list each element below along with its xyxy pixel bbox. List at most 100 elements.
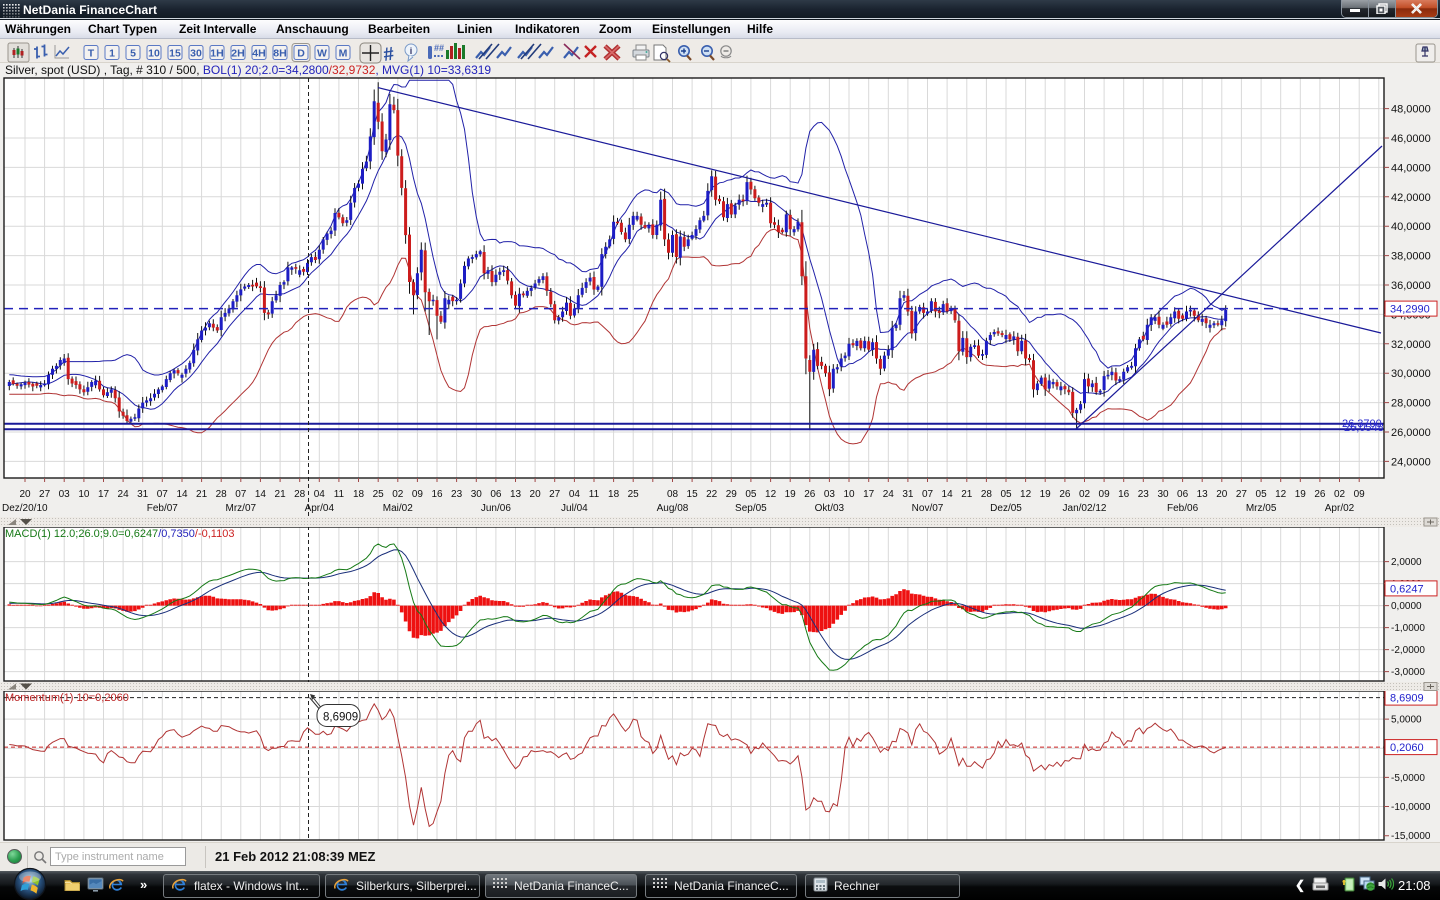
svg-text:Mrz/05: Mrz/05: [1246, 503, 1277, 514]
svg-text:2,0000: 2,0000: [1391, 557, 1422, 568]
svg-text:T: T: [88, 48, 95, 60]
svg-text:Dez/05: Dez/05: [990, 503, 1022, 514]
svg-text:15: 15: [687, 489, 699, 500]
svg-text:05: 05: [1000, 489, 1012, 500]
svg-text:14: 14: [255, 489, 267, 500]
svg-text:12: 12: [1020, 489, 1032, 500]
svg-text:20: 20: [530, 489, 542, 500]
svg-text:18: 18: [353, 489, 365, 500]
svg-text:04: 04: [569, 489, 581, 500]
svg-text:17: 17: [98, 489, 110, 500]
svg-text:26: 26: [1314, 489, 1326, 500]
svg-text:Jul/04: Jul/04: [561, 503, 588, 514]
svg-text:W: W: [317, 48, 327, 60]
svg-text:44,0000: 44,0000: [1391, 162, 1431, 174]
svg-text:Feb/06: Feb/06: [1167, 503, 1199, 514]
svg-text:24: 24: [118, 489, 130, 500]
svg-text:-1,0000: -1,0000: [1391, 623, 1425, 634]
svg-text:07: 07: [157, 489, 169, 500]
svg-text:09: 09: [1099, 489, 1111, 500]
svg-text:#: #: [382, 44, 396, 65]
svg-text:20: 20: [1216, 489, 1228, 500]
svg-text:1: 1: [109, 48, 115, 60]
svg-text:28: 28: [981, 489, 993, 500]
svg-text:MACD(1) 12.0;26.0;9.0=0,6247/0: MACD(1) 12.0;26.0;9.0=0,6247/0,7350/-0,1…: [5, 528, 234, 540]
svg-text:Silver, spot (USD) , Tag, # 31: Silver, spot (USD) , Tag, # 310 / 500, B…: [5, 63, 491, 77]
svg-text:26: 26: [804, 489, 816, 500]
svg-text:28: 28: [216, 489, 228, 500]
svg-text:Aug/08: Aug/08: [657, 503, 689, 514]
svg-text:08: 08: [667, 489, 679, 500]
svg-text:8H: 8H: [273, 48, 286, 60]
svg-text:36,0000: 36,0000: [1391, 280, 1431, 292]
svg-text:07: 07: [922, 489, 934, 500]
svg-text:48,0000: 48,0000: [1391, 104, 1431, 116]
svg-text:24: 24: [883, 489, 895, 500]
svg-text:10: 10: [148, 48, 160, 60]
svg-text:-10,0000: -10,0000: [1391, 802, 1431, 813]
svg-text:06: 06: [490, 489, 502, 500]
svg-text:21: 21: [275, 489, 287, 500]
svg-text:Mai/02: Mai/02: [383, 503, 413, 514]
svg-text:Mrz/07: Mrz/07: [226, 503, 257, 514]
svg-text:19: 19: [1040, 489, 1052, 500]
svg-text:20: 20: [19, 489, 31, 500]
svg-text:38,0000: 38,0000: [1391, 251, 1431, 263]
svg-text:25: 25: [628, 489, 640, 500]
svg-text:42,0000: 42,0000: [1391, 192, 1431, 204]
svg-text:18: 18: [608, 489, 620, 500]
svg-text:19: 19: [1295, 489, 1307, 500]
svg-text:0,0000: 0,0000: [1391, 601, 1422, 612]
svg-text:03: 03: [59, 489, 71, 500]
svg-text:05: 05: [745, 489, 757, 500]
svg-text:1H: 1H: [210, 48, 223, 60]
svg-text:Okt/03: Okt/03: [815, 503, 845, 514]
svg-text:27: 27: [549, 489, 561, 500]
svg-text:30,0000: 30,0000: [1391, 368, 1431, 380]
svg-text:21: 21: [196, 489, 208, 500]
svg-text:Sep/05: Sep/05: [735, 503, 767, 514]
svg-text:11: 11: [589, 489, 600, 500]
svg-text:26,0000: 26,0000: [1391, 427, 1431, 439]
svg-text:03: 03: [824, 489, 836, 500]
svg-text:5: 5: [130, 48, 136, 60]
svg-text:31: 31: [902, 489, 914, 500]
svg-text:13: 13: [510, 489, 522, 500]
svg-text:13: 13: [1197, 489, 1209, 500]
svg-text:23: 23: [451, 489, 463, 500]
svg-text:06: 06: [1177, 489, 1189, 500]
svg-text:28,0000: 28,0000: [1391, 398, 1431, 410]
svg-text:4H: 4H: [252, 48, 265, 60]
svg-text:16: 16: [431, 489, 443, 500]
svg-text:07: 07: [235, 489, 247, 500]
svg-text:04: 04: [314, 489, 326, 500]
svg-text:02: 02: [392, 489, 404, 500]
svg-text:0,6247: 0,6247: [1390, 583, 1424, 595]
svg-text:23: 23: [1138, 489, 1150, 500]
svg-text:31: 31: [137, 489, 149, 500]
svg-text:27: 27: [1236, 489, 1248, 500]
svg-text:19: 19: [785, 489, 797, 500]
svg-text:30: 30: [190, 48, 202, 60]
svg-text:26: 26: [1059, 489, 1071, 500]
svg-text:-2,0000: -2,0000: [1391, 645, 1425, 656]
svg-text:Nov/07: Nov/07: [912, 503, 944, 514]
svg-text:02: 02: [1079, 489, 1091, 500]
svg-text:22: 22: [706, 489, 718, 500]
svg-text:-3,0000: -3,0000: [1391, 667, 1425, 678]
svg-text:32,0000: 32,0000: [1391, 339, 1431, 351]
svg-text:09: 09: [412, 489, 424, 500]
svg-text:29: 29: [726, 489, 738, 500]
svg-text:28: 28: [294, 489, 306, 500]
svg-text:##: ##: [434, 43, 444, 53]
svg-text:11: 11: [334, 489, 345, 500]
svg-text:10: 10: [843, 489, 855, 500]
svg-text:Feb/07: Feb/07: [147, 503, 179, 514]
svg-text:27: 27: [39, 489, 51, 500]
svg-text:M: M: [339, 48, 348, 60]
svg-text:24,0000: 24,0000: [1391, 456, 1431, 468]
svg-text:46,0000: 46,0000: [1391, 133, 1431, 145]
svg-text:16: 16: [1118, 489, 1130, 500]
svg-text:Momentum(1) 10=0,2060: Momentum(1) 10=0,2060: [5, 692, 129, 704]
svg-text:Apr/04: Apr/04: [305, 503, 335, 514]
